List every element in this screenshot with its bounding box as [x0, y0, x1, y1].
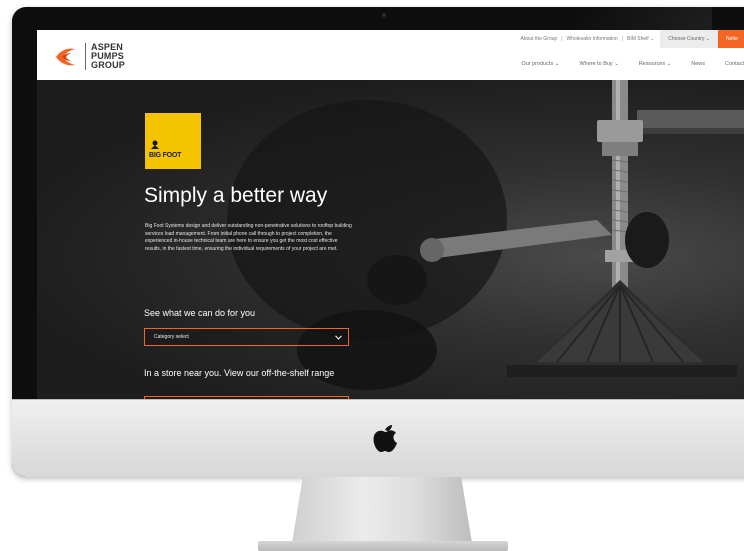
nav-item-products[interactable]: Our products ⌄	[521, 61, 559, 67]
monitor-screen: ASPEN PUMPS GROUP About the Group | Whol…	[37, 30, 744, 400]
topbar-link-wholesaler[interactable]: Wholesaler information	[567, 36, 618, 42]
chevron-down-icon: ⌄	[650, 36, 655, 42]
nav-label: Our products	[521, 61, 554, 67]
country-select[interactable]: Choose Country ⌄	[660, 30, 718, 48]
category-select[interactable]: Category select	[144, 328, 349, 346]
topbar-link-bim[interactable]: BIM Shelf ⌄	[627, 36, 654, 42]
site-header: ASPEN PUMPS GROUP About the Group | Whol…	[37, 30, 744, 80]
section-heading-services: See what we can do for you	[144, 308, 256, 318]
aspen-logo-icon	[56, 48, 75, 66]
chevron-down-icon: ⌄	[614, 61, 619, 67]
imac-stand	[292, 477, 472, 543]
logo-text: ASPEN PUMPS GROUP	[85, 43, 151, 70]
chevron-down-icon: ⌄	[554, 61, 560, 67]
badge-text: BIG FOOT	[149, 152, 182, 159]
camera-icon	[382, 13, 386, 17]
topbar-link-about[interactable]: About the Group	[521, 36, 558, 42]
hero-title: Simply a better way	[144, 184, 328, 207]
chevron-down-icon: ⌄	[705, 36, 710, 42]
nav-item-where-to-buy[interactable]: Where to Buy ⌄	[579, 61, 618, 67]
bim-label: BIM Shelf	[626, 36, 649, 42]
country-label: Choose Country	[668, 36, 705, 42]
chevron-down-icon	[335, 335, 342, 340]
hero-section: BIG FOOT Simply a better way Big Foot Sy…	[37, 80, 744, 400]
bigfoot-icon	[151, 140, 159, 149]
hero-background-image	[227, 80, 744, 390]
category-select-value: Category select	[154, 334, 189, 340]
top-utility-bar: About the Group | Wholesaler information…	[521, 30, 744, 48]
imac-stand-base	[258, 541, 508, 551]
bigfoot-badge: BIG FOOT	[145, 113, 201, 169]
imac-chin	[12, 399, 744, 477]
orange-tab-button[interactable]: Nette	[718, 30, 744, 48]
nav-item-resources[interactable]: Resources ⌄	[639, 61, 671, 67]
divider: |	[621, 36, 623, 42]
aspen-logo[interactable]: ASPEN PUMPS GROUP	[53, 43, 143, 73]
apple-logo-icon	[373, 425, 397, 452]
main-nav: Our products ⌄ Where to Buy ⌄ Resources …	[501, 61, 744, 67]
imac-bezel: ASPEN PUMPS GROUP About the Group | Whol…	[12, 7, 744, 477]
nav-item-news[interactable]: News	[691, 61, 705, 67]
divider: |	[561, 36, 563, 42]
nav-item-contact[interactable]: Contact	[725, 61, 744, 67]
section-heading-store: In a store near you. View our off-the-sh…	[144, 368, 335, 378]
hero-description: Big Foot Systems design and deliver outs…	[145, 223, 352, 252]
nav-label: Where to Buy	[579, 61, 613, 67]
nav-label: Resources	[638, 61, 666, 67]
logo-line: GROUP	[91, 60, 126, 70]
chevron-down-icon: ⌄	[666, 61, 672, 67]
